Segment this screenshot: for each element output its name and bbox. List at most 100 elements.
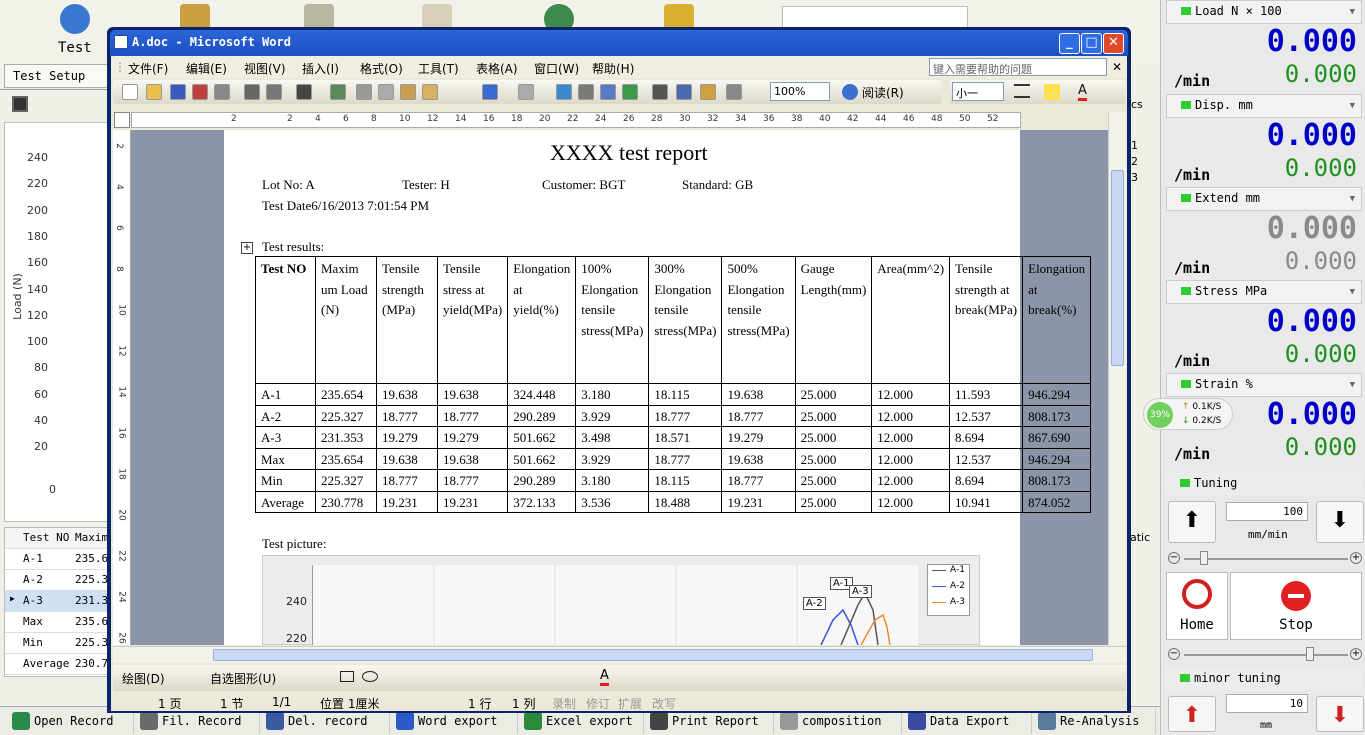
table-cell: 808.173: [1022, 404, 1092, 427]
tab-test-setup[interactable]: Test Setup: [4, 64, 112, 88]
menu-item[interactable]: 工具(T): [418, 60, 459, 77]
status-rev[interactable]: 修订: [586, 695, 610, 712]
copy-icon[interactable]: [378, 84, 394, 100]
table-cell: 8.694: [949, 469, 1024, 492]
columns-icon[interactable]: [652, 84, 668, 100]
menu-item[interactable]: 格式(O): [360, 60, 403, 77]
insert-excel-icon[interactable]: [622, 84, 638, 100]
plus-icon[interactable]: +: [1350, 648, 1362, 660]
menu-item[interactable]: 文件(F): [128, 60, 168, 77]
menu-item[interactable]: 帮助(H): [592, 60, 634, 77]
tab-stop-selector[interactable]: [114, 112, 130, 128]
menu-item[interactable]: 插入(I): [302, 60, 339, 77]
font-color-icon[interactable]: A: [1078, 83, 1087, 101]
hyperlink-icon[interactable]: [556, 84, 572, 100]
tables-borders-icon[interactable]: [578, 84, 594, 100]
channel-header-0[interactable]: Load N × 100 ▼: [1166, 0, 1362, 24]
channel-header-3[interactable]: Stress MPa ▼: [1166, 280, 1362, 304]
input-method-bar[interactable]: [782, 6, 968, 28]
help-search-input[interactable]: 键入需要帮助的问题: [929, 58, 1107, 76]
dropdown-icon: ▼: [1349, 287, 1355, 297]
print-preview-icon[interactable]: [266, 84, 282, 100]
stop-button[interactable]: Stop: [1230, 572, 1362, 640]
draw-menu[interactable]: 绘图(D): [122, 670, 165, 687]
print-icon[interactable]: [244, 84, 260, 100]
save-icon[interactable]: [170, 84, 186, 100]
drawing-icon[interactable]: [676, 84, 692, 100]
results-table[interactable]: Test NO Maxim um Load (N) Tensile strength…: [255, 256, 1092, 513]
channel-header-2[interactable]: Extend mm ▼: [1166, 187, 1362, 211]
table-row[interactable]: A-2 225.32: [5, 570, 115, 591]
scroll-thumb[interactable]: [1111, 170, 1124, 366]
redo-icon[interactable]: [518, 84, 534, 100]
minor-slider-thumb[interactable]: [1306, 647, 1314, 661]
up-arrow-button-red[interactable]: ⬆: [1168, 696, 1216, 732]
channel-header-1[interactable]: Disp. mm ▼: [1166, 94, 1362, 118]
table-row[interactable]: ▶ A-3 231.35: [5, 591, 115, 612]
table-row[interactable]: A-1 235.65: [5, 549, 115, 570]
align-icon[interactable]: [1014, 84, 1030, 98]
down-arrow-button-red[interactable]: ⬇: [1316, 696, 1364, 732]
rate-unit: /min: [1174, 445, 1211, 463]
tuning-speed-input[interactable]: 100: [1226, 502, 1308, 521]
read-mode-button[interactable]: 阅读(R): [862, 84, 904, 101]
help-icon[interactable]: [842, 84, 858, 100]
minor-slider[interactable]: [1184, 654, 1348, 656]
menu-item[interactable]: 编辑(E): [186, 60, 227, 77]
close-button[interactable]: ✕: [1103, 33, 1124, 54]
up-arrow-button[interactable]: ⬆: [1168, 501, 1216, 543]
minus-icon[interactable]: −: [1168, 648, 1180, 660]
doc-map-icon[interactable]: [700, 84, 716, 100]
spelling-icon[interactable]: [296, 84, 312, 100]
new-icon[interactable]: [122, 84, 138, 100]
channel-header-4[interactable]: Strain % ▼: [1166, 373, 1362, 397]
button-label: composition: [802, 714, 882, 728]
home-button[interactable]: Home: [1166, 572, 1228, 640]
research-icon[interactable]: [330, 84, 346, 100]
permission-icon[interactable]: [192, 84, 208, 100]
plus-icon[interactable]: +: [1350, 552, 1362, 564]
minor-value-input[interactable]: 10: [1226, 694, 1308, 713]
table-move-handle-icon[interactable]: +: [241, 242, 253, 254]
minus-icon[interactable]: −: [1168, 552, 1180, 564]
show-hide-icon[interactable]: [726, 84, 742, 100]
format-painter-icon[interactable]: [422, 84, 438, 100]
save-icon[interactable]: [12, 96, 28, 112]
cut-icon[interactable]: [356, 84, 372, 100]
menu-item[interactable]: 表格(A): [476, 60, 518, 77]
paste-icon[interactable]: [400, 84, 416, 100]
draw-font-color-icon[interactable]: A: [600, 668, 609, 686]
tuning-header: Tuning: [1166, 473, 1362, 495]
vertical-scrollbar[interactable]: [1108, 112, 1126, 645]
highlight-icon[interactable]: [1044, 84, 1060, 100]
hscroll-thumb[interactable]: [213, 649, 1093, 661]
down-arrow-button[interactable]: ⬇: [1316, 501, 1364, 543]
tuning-slider[interactable]: [1184, 558, 1348, 560]
email-icon[interactable]: [214, 84, 230, 100]
table-row[interactable]: Max 235.65: [5, 612, 115, 633]
maximize-button[interactable]: □: [1081, 33, 1102, 54]
undo-icon[interactable]: [482, 84, 498, 100]
insert-table-icon[interactable]: [600, 84, 616, 100]
status-ovr[interactable]: 改写: [652, 695, 676, 712]
table-cell: 25.000: [794, 383, 873, 406]
background-results-table: Test NO Maxim A-1 235.65 A-2 225.32 ▶ A-3 231.3…: [4, 527, 115, 677]
table-row[interactable]: Min 225.32: [5, 633, 115, 654]
zoom-select[interactable]: 100%: [770, 82, 830, 101]
table-row[interactable]: Average 230.77: [5, 654, 115, 675]
table-row: A-3 231.353 19.279 19.279 501.662 3.498 18.571…: [255, 426, 1092, 449]
horizontal-scrollbar[interactable]: [113, 646, 1126, 663]
tuning-slider-thumb[interactable]: [1200, 551, 1208, 565]
oval-icon[interactable]: [362, 671, 378, 682]
menu-item[interactable]: 窗口(W): [534, 60, 579, 77]
go-icon[interactable]: [60, 4, 90, 34]
menu-item[interactable]: 视图(V): [244, 60, 286, 77]
status-ext[interactable]: 扩展: [618, 695, 642, 712]
status-rec[interactable]: 录制: [552, 695, 576, 712]
autoshape-menu[interactable]: 自选图形(U): [210, 670, 276, 687]
close-doc-icon[interactable]: ✕: [1112, 60, 1122, 74]
minimize-button[interactable]: _: [1059, 33, 1080, 54]
rectangle-icon[interactable]: [340, 671, 354, 682]
font-size-select[interactable]: 小一: [952, 82, 1004, 101]
open-icon[interactable]: [146, 84, 162, 100]
